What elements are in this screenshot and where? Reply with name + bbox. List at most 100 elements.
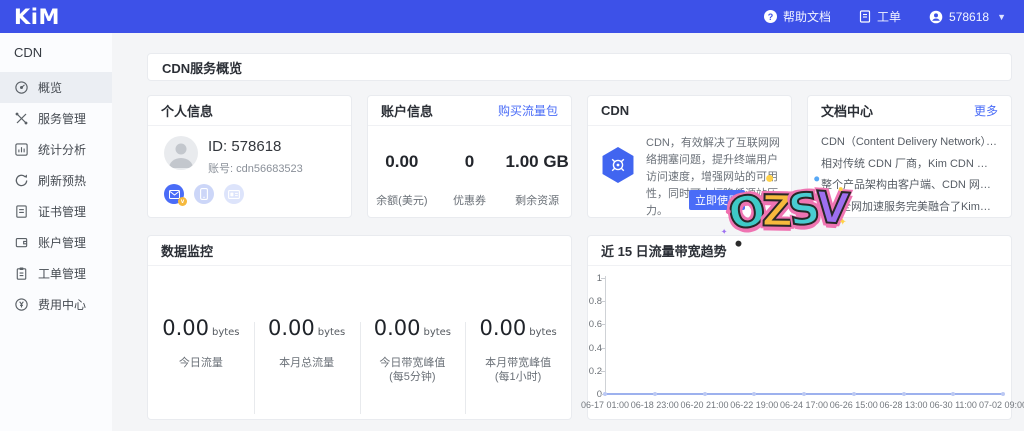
y-tick-label: 0.8	[588, 296, 602, 307]
stat-value: 1.00 GB	[503, 152, 571, 172]
x-tick-label: 06-24 17:00	[780, 400, 828, 410]
ticket-link[interactable]: 工单	[859, 8, 901, 25]
data-point	[653, 392, 657, 396]
clipboard-icon	[14, 266, 29, 281]
monitor-stat-value: 0.00bytes	[465, 316, 571, 340]
user-menu[interactable]: 578618 ▼	[929, 10, 1006, 24]
sidebar-item-2[interactable]: 统计分析	[0, 134, 112, 165]
user-id-value: ID: 578618	[208, 138, 281, 155]
chevron-down-icon: ▼	[997, 12, 1006, 22]
email-verified-icon[interactable]: v	[164, 184, 184, 204]
doc-link[interactable]: 整个产品架构由客户端、CDN 网络、企业源站、...	[821, 175, 998, 197]
sidebar-item-label: 概览	[38, 79, 62, 96]
y-tick-label: 1	[588, 273, 602, 284]
certificate-icon	[14, 204, 29, 219]
phone-icon[interactable]	[194, 184, 214, 204]
y-tick-label: 0.4	[588, 343, 602, 354]
data-point	[603, 392, 607, 396]
top-header: KiM ? 帮助文档 工单 578618 ▼	[0, 0, 1024, 33]
doc-link[interactable]: CDN（Content Delivery Network），也即内容分发...	[821, 132, 998, 154]
monitor-stat: 0.00bytes本月带宽峰值(每1小时)	[465, 316, 571, 420]
ticket-label: 工单	[877, 8, 901, 25]
cdn-card-title: CDN	[601, 103, 629, 118]
help-icon: ?	[764, 10, 777, 23]
buy-traffic-link[interactable]: 购买流量包	[498, 102, 558, 119]
sidebar-item-label: 统计分析	[38, 141, 86, 158]
sidebar-item-4[interactable]: 证书管理	[0, 196, 112, 227]
sidebar-item-3[interactable]: 刷新预热	[0, 165, 112, 196]
sidebar-item-7[interactable]: 费用中心	[0, 289, 112, 320]
user-icon	[929, 10, 943, 24]
monitor-stat-value: 0.00bytes	[148, 316, 254, 340]
help-docs-label: 帮助文档	[783, 8, 831, 25]
verified-badge: v	[178, 197, 187, 206]
stat-label: 剩余资源	[503, 192, 571, 208]
monitor-stats: 0.00bytes今日流量0.00bytes本月总流量0.00bytes今日带宽…	[148, 266, 571, 420]
y-tick	[601, 371, 605, 372]
account-stat: 0优惠券	[436, 152, 504, 208]
monitor-stat: 0.00bytes本月总流量	[254, 316, 360, 420]
cdn-promo-card: CDN CDN，有效解决了互联网网络拥塞问题，提升终端用户访问速度，增强网站的可…	[587, 95, 792, 218]
sidebar-item-label: 工单管理	[38, 265, 86, 282]
x-tick-label: 06-22 19:00	[730, 400, 778, 410]
stat-label: 余额(美元)	[368, 192, 436, 208]
x-tick-label: 06-30 11:00	[930, 400, 977, 410]
sidebar-item-6[interactable]: 工单管理	[0, 258, 112, 289]
sidebar-item-0[interactable]: 概览	[0, 72, 112, 103]
sidebar-item-1[interactable]: 服务管理	[0, 103, 112, 134]
sidebar: CDN 概览服务管理统计分析刷新预热证书管理账户管理工单管理费用中心	[0, 33, 112, 431]
monitor-stat-unit: bytes	[318, 327, 346, 338]
x-tick-label: 07-02 09:00	[979, 400, 1024, 410]
brand-logo[interactable]: KiM	[14, 5, 60, 29]
monitor-stat: 0.00bytes 今日流量	[148, 316, 254, 420]
doc-link[interactable]: 相对传统 CDN 厂商，Kim CDN 服务完全实现全自...	[821, 154, 998, 176]
more-link[interactable]: 更多	[974, 102, 998, 119]
coin-icon	[14, 297, 29, 312]
data-point	[752, 392, 756, 396]
data-point	[802, 392, 806, 396]
docs-center-card: 文档中心 更多 CDN（Content Delivery Network），也即…	[807, 95, 1012, 218]
sidebar-menu: 概览服务管理统计分析刷新预热证书管理账户管理工单管理费用中心	[0, 72, 112, 320]
y-tick-label: 0	[588, 389, 602, 400]
sidebar-item-label: 刷新预热	[38, 172, 86, 189]
account-stat: 1.00 GB 剩余资源	[503, 152, 571, 208]
trend-chart-title: 近 15 日流量带宽趋势	[601, 241, 727, 260]
y-tick	[601, 278, 605, 279]
monitor-stat-label: 今日带宽峰值(每5分钟)	[360, 356, 466, 384]
monitor-stat-unit: bytes	[212, 327, 240, 338]
user-id-label: 578618	[949, 10, 989, 24]
x-tick-label: 06-28 13:00	[879, 400, 927, 410]
data-monitor-title: 数据监控	[161, 241, 213, 260]
sidebar-product-title: CDN	[0, 33, 112, 72]
data-point	[951, 392, 955, 396]
contact-icons: v	[164, 184, 244, 204]
account-name-value: 账号: cdn56683523	[208, 160, 303, 176]
docs-center-title: 文档中心	[821, 101, 873, 120]
y-tick	[601, 301, 605, 302]
sidebar-item-5[interactable]: 账户管理	[0, 227, 112, 258]
monitor-stat: 0.00bytes今日带宽峰值(每5分钟)	[360, 316, 466, 420]
ticket-icon	[859, 10, 871, 23]
use-now-button[interactable]: 立即使用	[689, 190, 745, 210]
docs-list: CDN（Content Delivery Network），也即内容分发...相…	[808, 126, 1011, 224]
data-monitor-card: 数据监控 0.00bytes今日流量0.00bytes本月总流量0.00byte…	[147, 235, 572, 420]
refresh-icon	[14, 173, 29, 188]
sidebar-item-label: 服务管理	[38, 110, 86, 127]
data-point	[852, 392, 856, 396]
x-tick-label: 06-17 01:00	[581, 400, 629, 410]
sidebar-item-label: 费用中心	[38, 296, 86, 313]
y-tick-label: 0.6	[588, 319, 602, 330]
account-info-title: 账户信息	[381, 101, 433, 120]
page-title-card: CDN服务概览	[147, 53, 1012, 81]
doc-link[interactable]: Kim全网加速服务完美融合了Kim对象存储和 CDN ...	[821, 197, 998, 219]
monitor-stat-label: 今日流量	[148, 356, 254, 370]
sidebar-item-label: 账户管理	[38, 234, 86, 251]
monitor-stat-unit: bytes	[529, 327, 557, 338]
y-tick	[601, 348, 605, 349]
sidebar-item-label: 证书管理	[38, 203, 86, 220]
id-card-icon[interactable]	[224, 184, 244, 204]
wallet-icon	[14, 235, 29, 250]
dashboard-icon	[14, 80, 29, 95]
cdn-hexagon-icon	[599, 146, 637, 184]
help-docs-link[interactable]: ? 帮助文档	[764, 8, 831, 25]
